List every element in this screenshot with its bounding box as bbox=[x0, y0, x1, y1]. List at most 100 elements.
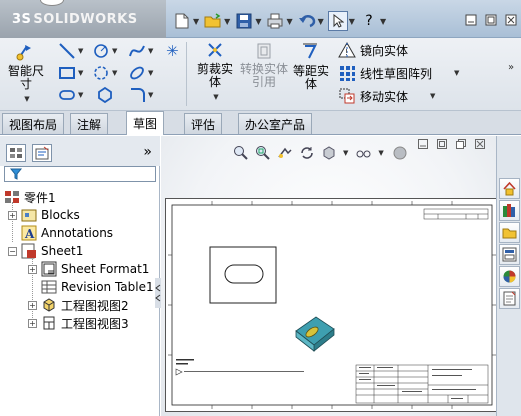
smart-dimension-dropdown-icon[interactable]: ▼ bbox=[8, 93, 46, 106]
line-dropdown-icon[interactable]: ▼ bbox=[78, 47, 83, 55]
select-dropdown-icon[interactable]: ▼ bbox=[349, 17, 355, 26]
hide-show-dropdown-icon[interactable]: ▼ bbox=[378, 149, 383, 157]
tree-item-revision-table[interactable]: Revision Table1 bbox=[41, 278, 154, 296]
tree-item-label: Sheet1 bbox=[41, 244, 84, 258]
drawing-sheet[interactable] bbox=[165, 198, 499, 412]
tree-item-sheet-format[interactable]: + Sheet Format1 bbox=[28, 260, 149, 278]
app-menu-knob[interactable] bbox=[40, 0, 64, 6]
trim-entities-button[interactable]: 剪裁实体 ▼ bbox=[192, 42, 238, 104]
zoom-to-area-icon[interactable] bbox=[253, 144, 273, 162]
select-icon[interactable] bbox=[327, 11, 348, 31]
tree-item-drawing-view2[interactable]: + 工程图视图2 bbox=[28, 296, 129, 314]
print-icon[interactable] bbox=[265, 11, 285, 31]
spline-tool[interactable]: ▼ bbox=[128, 42, 153, 60]
tree-item-drawing-view3[interactable]: + 工程图视图3 bbox=[28, 314, 129, 332]
viewport-close-icon[interactable] bbox=[472, 136, 488, 152]
revision-table-icon bbox=[41, 279, 57, 295]
offset-entities-button[interactable]: 等距实体 bbox=[290, 42, 332, 91]
spline-dropdown-icon[interactable]: ▼ bbox=[148, 47, 153, 55]
move-entities-button[interactable]: 移动实体 ▼ bbox=[338, 87, 435, 105]
offset-entities-label: 等距实体 bbox=[292, 64, 329, 91]
fillet-tool[interactable]: ▼ bbox=[128, 86, 153, 104]
tree-item-annotations[interactable]: A Annotations bbox=[21, 224, 113, 242]
tree-item-part[interactable]: 零件1 bbox=[4, 188, 56, 206]
new-dropdown-icon[interactable]: ▼ bbox=[193, 17, 199, 26]
view-palette-icon[interactable] bbox=[499, 244, 520, 265]
rectangle-tool[interactable]: ▼ bbox=[58, 64, 83, 82]
appearance-icon[interactable] bbox=[390, 144, 410, 162]
previous-view-icon[interactable] bbox=[275, 144, 295, 162]
linear-pattern-button[interactable]: 线性草图阵列 ▼ bbox=[338, 64, 459, 82]
slot-tool[interactable]: ▼ bbox=[58, 86, 83, 104]
smart-dimension-button[interactable]: 智能尺寸 ▼ bbox=[6, 42, 46, 106]
save-icon[interactable] bbox=[234, 11, 254, 31]
solidworks-logo[interactable]: 3S SOLIDWORKS bbox=[12, 12, 138, 27]
appearances-icon[interactable] bbox=[499, 266, 520, 287]
rectangle-dropdown-icon[interactable]: ▼ bbox=[78, 69, 83, 77]
collapse-icon[interactable]: − bbox=[8, 246, 17, 256]
polygon-tool[interactable] bbox=[96, 86, 114, 104]
zoom-to-fit-icon[interactable] bbox=[231, 144, 251, 162]
trim-dropdown-icon[interactable]: ▼ bbox=[194, 91, 238, 104]
convert-entities-button[interactable]: 转换实体引用 bbox=[240, 42, 288, 89]
new-icon[interactable] bbox=[172, 11, 192, 31]
home-icon[interactable] bbox=[499, 178, 520, 199]
save-dropdown-icon[interactable]: ▼ bbox=[255, 17, 261, 26]
undo-icon[interactable] bbox=[297, 11, 317, 31]
display-style-dropdown-icon[interactable]: ▼ bbox=[343, 149, 348, 157]
help-icon[interactable]: ? bbox=[359, 11, 379, 31]
print-dropdown-icon[interactable]: ▼ bbox=[286, 17, 292, 26]
arc-dropdown-icon[interactable]: ▼ bbox=[112, 69, 117, 77]
tab-office-products[interactable]: 办公室产品 bbox=[238, 113, 313, 134]
expand-icon[interactable]: + bbox=[28, 318, 37, 328]
tree-item-sheet1[interactable]: − Sheet1 bbox=[8, 242, 83, 260]
arc-tool[interactable]: ▼ bbox=[92, 64, 117, 82]
custom-properties-icon[interactable] bbox=[499, 288, 520, 309]
pane-more-icon[interactable]: » bbox=[143, 144, 152, 160]
tab-annotation[interactable]: 注解 bbox=[70, 113, 109, 134]
restore-icon[interactable] bbox=[483, 12, 499, 28]
linear-pattern-dropdown-icon[interactable]: ▼ bbox=[454, 69, 459, 77]
display-style-icon[interactable] bbox=[319, 144, 339, 162]
tab-evaluate[interactable]: 评估 bbox=[184, 113, 223, 134]
viewport-restore-icon[interactable] bbox=[434, 136, 450, 152]
command-tabs: 视图布局 注解 草图 评估 办公室产品 bbox=[0, 111, 521, 135]
undo-dropdown-icon[interactable]: ▼ bbox=[318, 17, 324, 26]
ellipse-tool[interactable]: ▼ bbox=[128, 64, 153, 82]
expand-icon[interactable]: + bbox=[28, 264, 37, 274]
fillet-dropdown-icon[interactable]: ▼ bbox=[148, 91, 153, 99]
tree-item-label: Revision Table1 bbox=[61, 280, 154, 294]
rebuild-icon[interactable] bbox=[297, 144, 317, 162]
viewport-copy-icon[interactable] bbox=[453, 136, 469, 152]
line-tool[interactable]: ▼ bbox=[58, 42, 83, 60]
feature-tree-tab[interactable] bbox=[6, 144, 26, 162]
tree-item-blocks[interactable]: + Blocks bbox=[8, 206, 80, 224]
open-icon[interactable] bbox=[203, 11, 223, 31]
viewport-minimize-icon[interactable] bbox=[415, 136, 431, 152]
expand-icon[interactable]: + bbox=[28, 300, 37, 310]
point-tool[interactable]: ✳ bbox=[166, 42, 179, 60]
property-manager-icon bbox=[35, 146, 49, 160]
tab-view-layout[interactable]: 视图布局 bbox=[2, 113, 65, 134]
smart-dimension-tool[interactable]: ▼ bbox=[92, 42, 117, 60]
file-explorer-icon[interactable] bbox=[499, 222, 520, 243]
open-dropdown-icon[interactable]: ▼ bbox=[224, 17, 230, 26]
graphics-area[interactable]: ▼ ▼ bbox=[161, 136, 499, 416]
circle-dropdown-icon[interactable]: ▼ bbox=[112, 47, 117, 55]
property-manager-tab[interactable] bbox=[32, 144, 52, 162]
minimize-icon[interactable] bbox=[463, 12, 479, 28]
ellipse-dropdown-icon[interactable]: ▼ bbox=[148, 69, 153, 77]
mirror-entities-button[interactable]: ! 镜向实体 bbox=[338, 41, 408, 59]
hide-show-items-icon[interactable] bbox=[354, 144, 374, 162]
tab-sketch[interactable]: 草图 bbox=[126, 111, 165, 135]
viewport-controls bbox=[415, 136, 488, 152]
ribbon-overflow-button[interactable]: » bbox=[508, 62, 514, 73]
slot-dropdown-icon[interactable]: ▼ bbox=[78, 91, 83, 99]
move-entities-dropdown-icon[interactable]: ▼ bbox=[430, 92, 435, 100]
feature-manager-pane: » 零件1 + Blocks A Annotations − Sheet1 + … bbox=[0, 136, 161, 416]
help-dropdown-icon[interactable]: ▼ bbox=[380, 17, 386, 26]
design-library-icon[interactable] bbox=[499, 200, 520, 221]
tree-filter[interactable] bbox=[4, 166, 156, 182]
expand-icon[interactable]: + bbox=[8, 210, 17, 220]
close-icon[interactable] bbox=[503, 12, 519, 28]
